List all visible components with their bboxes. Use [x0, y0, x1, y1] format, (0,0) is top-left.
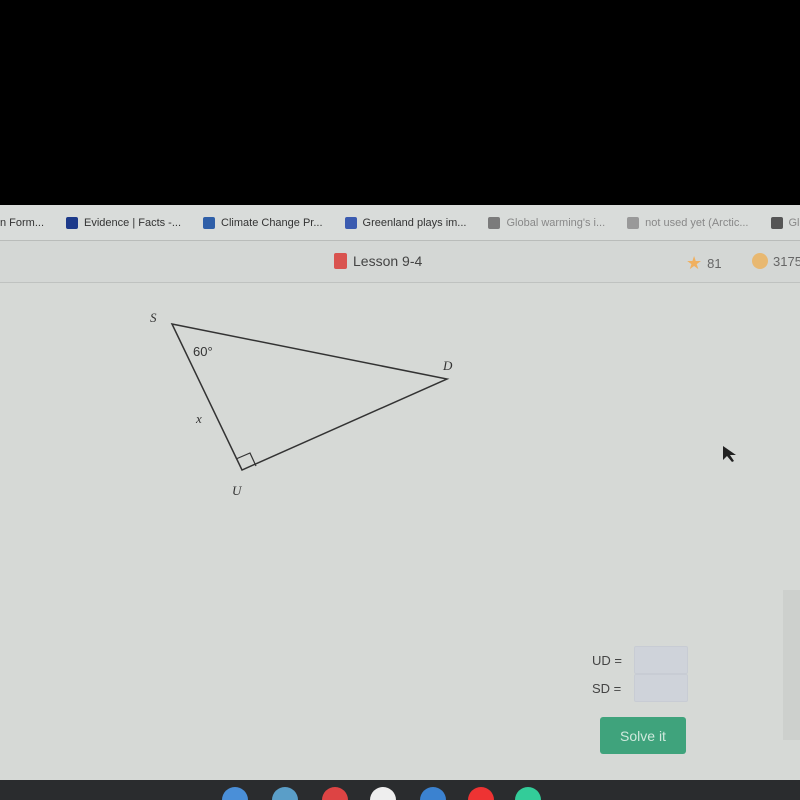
ud-label: UD = — [592, 652, 622, 668]
mouse-cursor-icon — [723, 446, 736, 462]
sd-label: SD = — [592, 680, 622, 696]
side-label-x: x — [195, 411, 202, 426]
ud-input[interactable] — [634, 646, 688, 674]
files-icon[interactable] — [222, 787, 248, 800]
answer-form: UD = SD = — [592, 646, 688, 702]
vertex-u: U — [232, 483, 243, 498]
app-icon[interactable] — [272, 787, 298, 800]
solve-it-button[interactable]: Solve it — [600, 717, 686, 754]
gmail-icon[interactable] — [370, 787, 396, 800]
taskbar — [0, 780, 800, 800]
docs-icon[interactable] — [420, 787, 446, 800]
angle-label: 60° — [193, 344, 213, 359]
youtube-icon[interactable] — [468, 787, 494, 800]
vertex-s: S — [150, 310, 157, 325]
sd-input[interactable] — [634, 674, 688, 702]
chrome-icon[interactable] — [322, 787, 348, 800]
answer-row-sd: SD = — [592, 674, 688, 702]
play-store-icon[interactable] — [515, 787, 541, 800]
triangle-sud — [170, 322, 450, 471]
app-screen: n Form... Evidence | Facts -... Climate Ch… — [0, 205, 800, 780]
vertex-d: D — [442, 358, 453, 373]
answer-row-ud: UD = — [592, 646, 688, 674]
side-panel — [783, 590, 800, 740]
